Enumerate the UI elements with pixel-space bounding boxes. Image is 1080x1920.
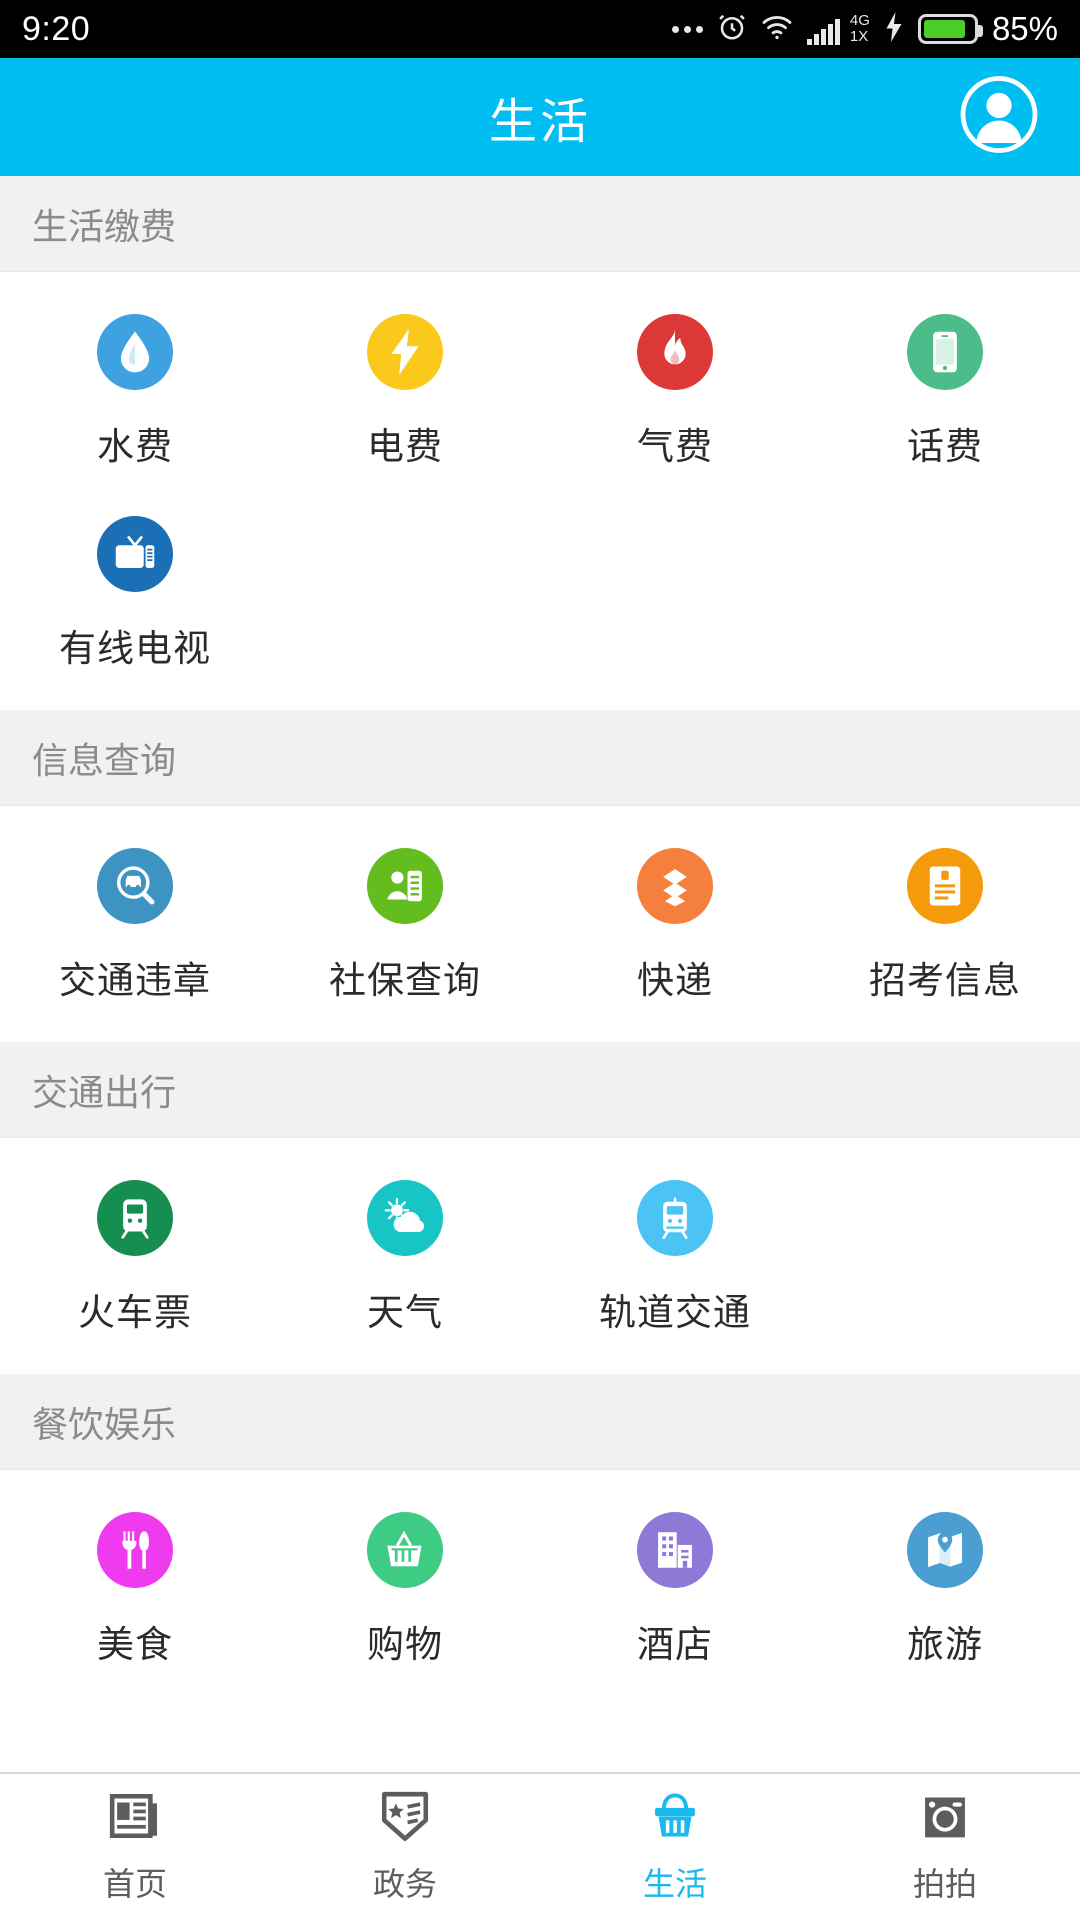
tab-government[interactable]: 政务 [270, 1774, 540, 1920]
shield-badge-icon [378, 1790, 432, 1847]
tile-empty-slot [810, 1162, 1080, 1364]
alarm-clock-icon [717, 12, 747, 47]
water-drop-icon [97, 314, 173, 390]
television-icon [97, 516, 173, 592]
flame-icon [637, 314, 713, 390]
tile-label: 有线电视 [59, 628, 211, 669]
tile-rail-transit[interactable]: 轨道交通 [540, 1162, 810, 1364]
wifi-icon [761, 14, 793, 45]
car-search-icon [97, 848, 173, 924]
tile-travel[interactable]: 旅游 [810, 1494, 1080, 1696]
tab-camera[interactable]: 拍拍 [810, 1774, 1080, 1920]
tile-label: 招考信息 [869, 960, 1021, 1001]
tile-weather[interactable]: 天气 [270, 1162, 540, 1364]
section-header-dining-entertainment: 餐饮娱乐 [0, 1374, 1080, 1470]
app-header: 生活 [0, 58, 1080, 176]
tile-express-delivery[interactable]: 快递 [540, 830, 810, 1032]
basket-icon [648, 1790, 702, 1847]
section-header-transport: 交通出行 [0, 1042, 1080, 1138]
tile-label: 酒店 [637, 1624, 713, 1665]
tile-label: 天气 [367, 1292, 443, 1333]
tile-social-security[interactable]: 社保查询 [270, 830, 540, 1032]
tab-home[interactable]: 首页 [0, 1774, 270, 1920]
tab-label: 首页 [102, 1865, 167, 1902]
battery-percent: 85% [991, 10, 1058, 47]
tile-food[interactable]: 美食 [0, 1494, 270, 1696]
tile-traffic-violation[interactable]: 交通违章 [0, 830, 270, 1032]
tile-gas-fee[interactable]: 气费 [540, 296, 810, 498]
bottom-tab-bar: 首页 政务 生活 拍拍 [0, 1772, 1080, 1920]
tile-cable-tv[interactable]: 有线电视 [0, 498, 270, 700]
network-type-primary: 4G [849, 12, 870, 30]
tile-water-fee[interactable]: 水费 [0, 296, 270, 498]
network-type-secondary: 1X [849, 28, 869, 45]
grid-transport: 火车票 天气 轨道交通 [0, 1138, 1080, 1374]
tile-label: 社保查询 [329, 960, 481, 1001]
tile-exam-info[interactable]: 招考信息 [810, 830, 1080, 1032]
battery-icon [917, 14, 983, 44]
tile-label: 电费 [367, 426, 443, 467]
charging-bolt-icon [884, 11, 904, 47]
tile-label: 话费 [907, 426, 983, 467]
tile-label: 轨道交通 [599, 1292, 751, 1333]
tile-electricity-fee[interactable]: 电费 [270, 296, 540, 498]
grid-dining-entertainment: 美食 购物 酒店 旅游 [0, 1470, 1080, 1706]
newspaper-icon [108, 1790, 162, 1847]
more-dots-icon [671, 25, 703, 33]
tile-train-ticket[interactable]: 火车票 [0, 1162, 270, 1364]
tab-label: 拍拍 [912, 1865, 977, 1902]
status-icons: 4G 1X 85% [671, 10, 1058, 48]
building-icon [637, 1512, 713, 1588]
tile-phone-fee[interactable]: 话费 [810, 296, 1080, 498]
fork-knife-icon [97, 1512, 173, 1588]
grid-info-query: 交通违章 社保查询 快递 招考信息 [0, 806, 1080, 1042]
tab-label: 政务 [372, 1865, 437, 1902]
camera-icon [918, 1790, 972, 1847]
tile-label: 交通违章 [59, 960, 211, 1001]
map-pin-icon [907, 1512, 983, 1588]
grid-life-payment: 水费 电费 气费 话费 有线电视 [0, 272, 1080, 710]
user-avatar-icon[interactable] [960, 76, 1038, 159]
tile-label: 水费 [97, 426, 173, 467]
tile-label: 旅游 [907, 1624, 983, 1665]
tile-hotel[interactable]: 酒店 [540, 1494, 810, 1696]
page-title: 生活 [488, 96, 591, 149]
person-card-icon [367, 848, 443, 924]
tile-shopping[interactable]: 购物 [270, 1494, 540, 1696]
train-icon [97, 1180, 173, 1256]
parcel-stack-icon [637, 848, 713, 924]
status-time: 9:20 [22, 9, 91, 48]
section-header-info-query: 信息查询 [0, 710, 1080, 806]
tile-label: 快递 [637, 960, 713, 1001]
lightning-bolt-icon [367, 314, 443, 390]
mobile-phone-icon [907, 314, 983, 390]
tile-label: 美食 [97, 1624, 173, 1665]
tile-label: 购物 [367, 1624, 443, 1665]
tile-label: 气费 [637, 426, 713, 467]
status-bar: 9:20 4G 1X 85% [0, 0, 1080, 58]
tab-life[interactable]: 生活 [540, 1774, 810, 1920]
signal-bars-icon: 4G 1X [806, 12, 870, 45]
shopping-basket-icon [367, 1512, 443, 1588]
tram-icon [637, 1180, 713, 1256]
section-header-life-payment: 生活缴费 [0, 176, 1080, 272]
id-document-icon [907, 848, 983, 924]
tab-label: 生活 [642, 1865, 707, 1902]
sun-cloud-icon [367, 1180, 443, 1256]
tile-label: 火车票 [78, 1292, 192, 1333]
